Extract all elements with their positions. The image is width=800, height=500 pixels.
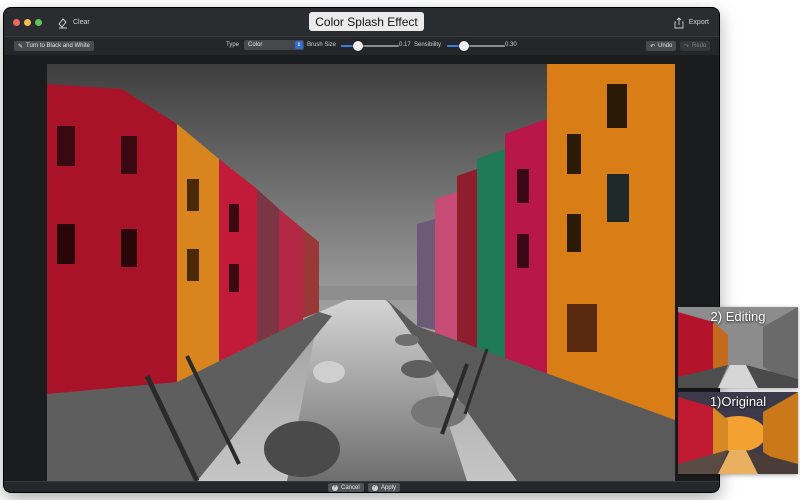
clear-label: Clear xyxy=(73,19,90,26)
apply-button[interactable]: ✓ Apply xyxy=(368,483,401,492)
clear-button[interactable]: Clear xyxy=(57,15,90,30)
redo-button[interactable]: ↷ Redo xyxy=(680,41,711,51)
sensibility-knob[interactable] xyxy=(459,41,470,51)
redo-icon: ↷ xyxy=(684,43,690,50)
export-label: Export xyxy=(688,19,709,26)
export-button[interactable]: Export xyxy=(674,15,709,30)
cancel-icon: × xyxy=(332,484,338,491)
original-thumbnail: 1)Original xyxy=(678,392,798,474)
type-select-value: Color xyxy=(248,42,263,48)
toolbar: ✎ Turn to Black and White Type Color ⇕ B… xyxy=(4,36,719,56)
turn-black-white-label: Turn to Black and White xyxy=(26,43,90,49)
turn-black-white-button[interactable]: ✎ Turn to Black and White xyxy=(14,41,94,51)
title-bar: Clear Color Splash Effect Export xyxy=(4,8,719,36)
footer-bar: × Cancel ✓ Apply xyxy=(4,481,719,492)
brush-size-knob[interactable] xyxy=(353,41,364,51)
sensibility-slider[interactable] xyxy=(447,41,505,51)
app-window: Clear Color Splash Effect Export ✎ Turn … xyxy=(4,8,719,492)
window-title: Color Splash Effect xyxy=(309,12,424,31)
brush-size-label: Brush Size xyxy=(307,42,337,48)
zoom-window-button[interactable] xyxy=(35,19,42,26)
type-label: Type xyxy=(226,42,240,48)
undo-label: Undo xyxy=(658,43,673,49)
editing-thumbnail-label: 2) Editing xyxy=(710,309,766,324)
undo-button[interactable]: ↶ Undo xyxy=(646,41,677,51)
brush-size-value: 0.17 xyxy=(399,42,411,48)
original-thumbnail-label: 1)Original xyxy=(709,394,767,409)
redo-label: Redo xyxy=(692,43,707,49)
sensibility-label: Sensibility xyxy=(414,42,442,48)
chevron-updown-icon: ⇕ xyxy=(295,41,303,49)
cancel-button[interactable]: × Cancel xyxy=(328,483,364,492)
brush-icon: ✎ xyxy=(18,43,24,50)
type-select[interactable]: Color ⇕ xyxy=(244,40,304,50)
canvas-area xyxy=(4,55,719,481)
undo-icon: ↶ xyxy=(650,43,656,50)
sensibility-value: 0.30 xyxy=(505,42,517,48)
minimize-window-button[interactable] xyxy=(24,19,31,26)
brush-size-slider[interactable] xyxy=(341,41,399,51)
eraser-icon xyxy=(58,17,67,28)
cancel-label: Cancel xyxy=(341,484,360,491)
share-icon xyxy=(674,16,684,28)
editing-photo[interactable] xyxy=(47,64,675,481)
checkmark-icon: ✓ xyxy=(372,484,378,491)
close-window-button[interactable] xyxy=(13,19,20,26)
editing-thumbnail: 2) Editing xyxy=(678,307,798,388)
apply-label: Apply xyxy=(381,484,397,491)
